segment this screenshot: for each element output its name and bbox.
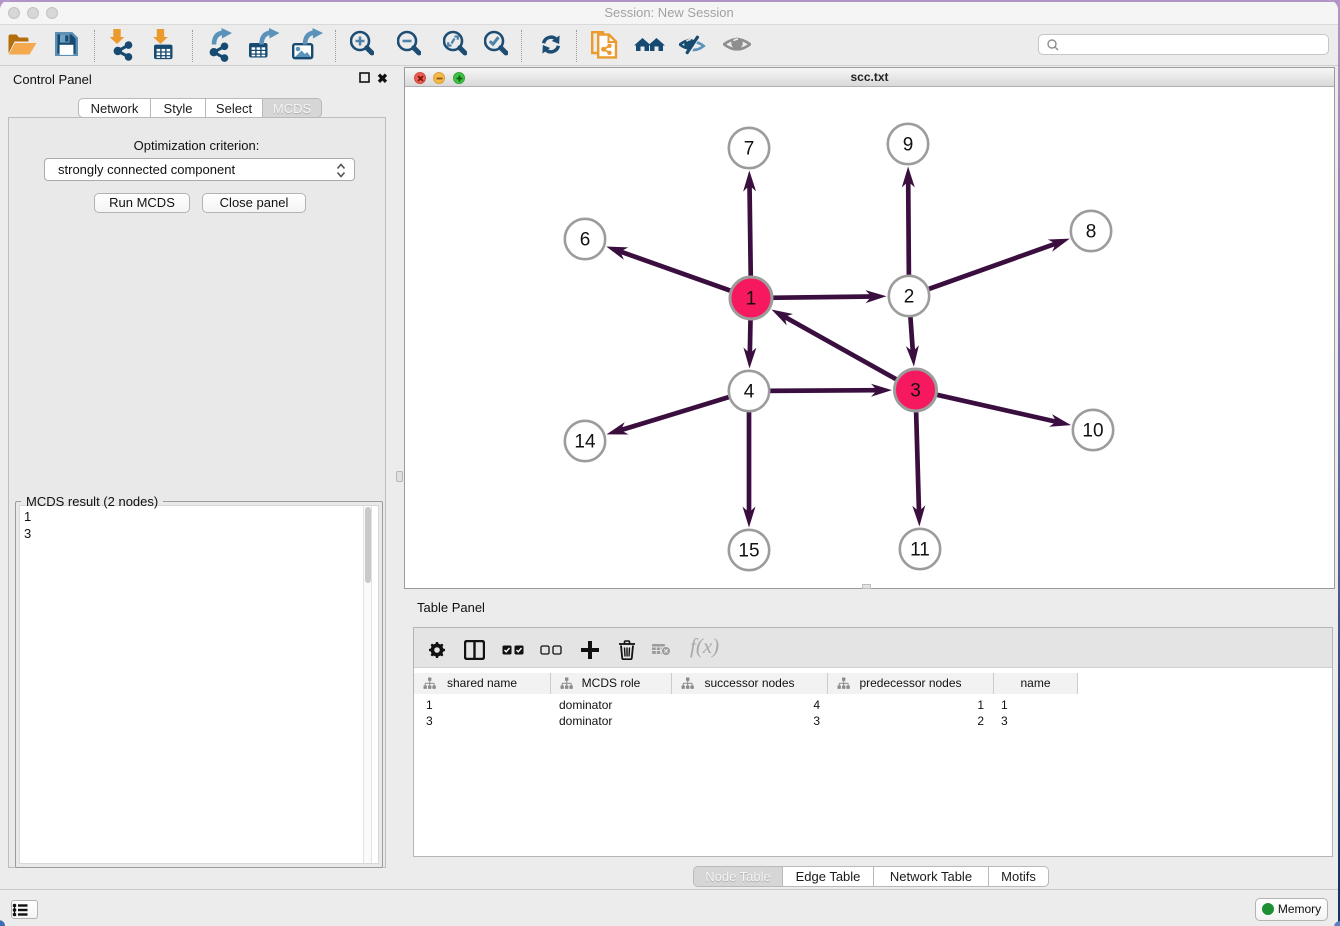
svg-text:1: 1 <box>746 289 757 310</box>
svg-text:10: 10 <box>1082 421 1103 442</box>
svg-text:9: 9 <box>903 135 914 156</box>
svg-text:7: 7 <box>744 139 755 160</box>
svg-text:3: 3 <box>910 381 921 402</box>
svg-text:8: 8 <box>1086 222 1097 243</box>
svg-text:6: 6 <box>580 230 591 251</box>
svg-text:4: 4 <box>744 382 755 403</box>
svg-text:11: 11 <box>910 540 930 561</box>
svg-text:2: 2 <box>904 287 915 308</box>
svg-text:14: 14 <box>574 432 596 453</box>
svg-text:15: 15 <box>738 541 759 562</box>
svg-text:f(x): f(x) <box>690 636 719 658</box>
